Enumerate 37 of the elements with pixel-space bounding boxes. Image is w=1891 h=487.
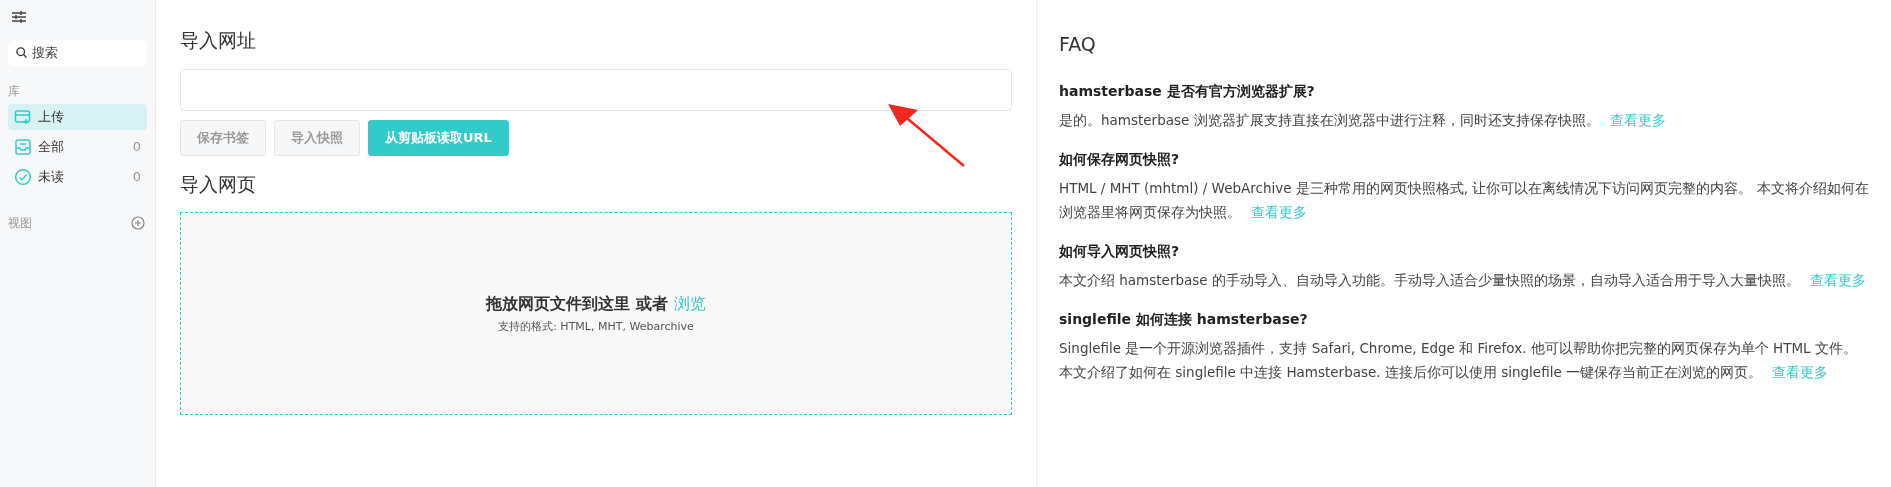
more-link[interactable]: 查看更多 <box>1810 271 1867 288</box>
item-count: 0 <box>132 137 141 156</box>
sidebar-item[interactable]: 上传 <box>8 103 147 130</box>
inbox-icon <box>14 137 32 156</box>
faq-question: hamsterbase 是否有官方浏览器扩展? <box>1059 81 1316 101</box>
check-circle-icon <box>14 167 32 186</box>
faq-question: singlefile 如何连接 hamsterbase? <box>1059 309 1309 329</box>
search-icon <box>16 46 27 58</box>
more-link[interactable]: 查看更多 <box>1609 111 1666 128</box>
url-field[interactable] <box>180 68 1012 111</box>
more-link[interactable]: 查看更多 <box>1251 203 1308 220</box>
sidebar-item[interactable]: 未读 0 <box>8 163 147 190</box>
section-title: 导入网页 <box>180 171 257 197</box>
sidebar-item[interactable]: 全部 0 <box>8 133 147 160</box>
browse-link[interactable]: 浏览 <box>673 293 706 313</box>
faq-question: 如何导入网页快照? <box>1059 241 1181 261</box>
faq-question: 如何保存网页快照? <box>1059 149 1181 169</box>
item-label: 未读 <box>38 167 64 186</box>
search-field[interactable]: 搜索 <box>8 39 147 66</box>
section-label: 库 <box>8 82 21 100</box>
item-label: 上传 <box>38 107 64 126</box>
formats-note: 支持的格式: HTML, MHT, Webarchive <box>498 318 694 335</box>
faq-answer: 本文介绍 hamsterbase 的手动导入、自动导入功能。手动导入适合少量快照的场景，自动导入适合用于导入大量快照。 查看更多 <box>1059 270 1868 290</box>
section-label: 视图 <box>8 214 32 232</box>
drop-instruction: 拖放网页文件到这里 或者 浏览 <box>486 292 706 315</box>
item-count: 0 <box>132 167 141 186</box>
faq-answer: Singlefile 是一个开源浏览器插件，支持 Safari, Chrome, Edge 和 Firefox. 他可以帮助你把完整的网页保存为单个 HTML 文件。本文介绍了如何在 singlefile 中连接 Hamsterbase. 连接后你可以使用 singlefile 一键保存当前正在浏览的网页。 查看更多 <box>1059 338 1858 382</box>
window-plus-icon <box>14 107 32 126</box>
faq-title: FAQ <box>1059 32 1097 57</box>
item-label: 全部 <box>38 137 64 156</box>
faq-answer: 是的。hamsterbase 浏览器扩展支持直接在浏览器中进行注释，同时还支持保存快照。 查看更多 <box>1059 110 1667 130</box>
faq-answer: HTML / MHT (mhtml) / WebArchive 是三种常用的网页快照格式, 让你可以在离线情况下访问网页完整的内容。 本文将介绍如何在浏览器里将网页保存为快照。 查看更多 <box>1059 178 1869 222</box>
add-icon[interactable] <box>131 215 145 230</box>
section-title: 导入网址 <box>180 28 257 53</box>
more-link[interactable]: 查看更多 <box>1772 363 1829 380</box>
button[interactable]: 从剪贴板读取URL <box>368 119 509 156</box>
drop-zone[interactable]: 拖放网页文件到这里 或者 浏览 支持的格式: HTML, MHT, Webarchive <box>180 212 1012 415</box>
